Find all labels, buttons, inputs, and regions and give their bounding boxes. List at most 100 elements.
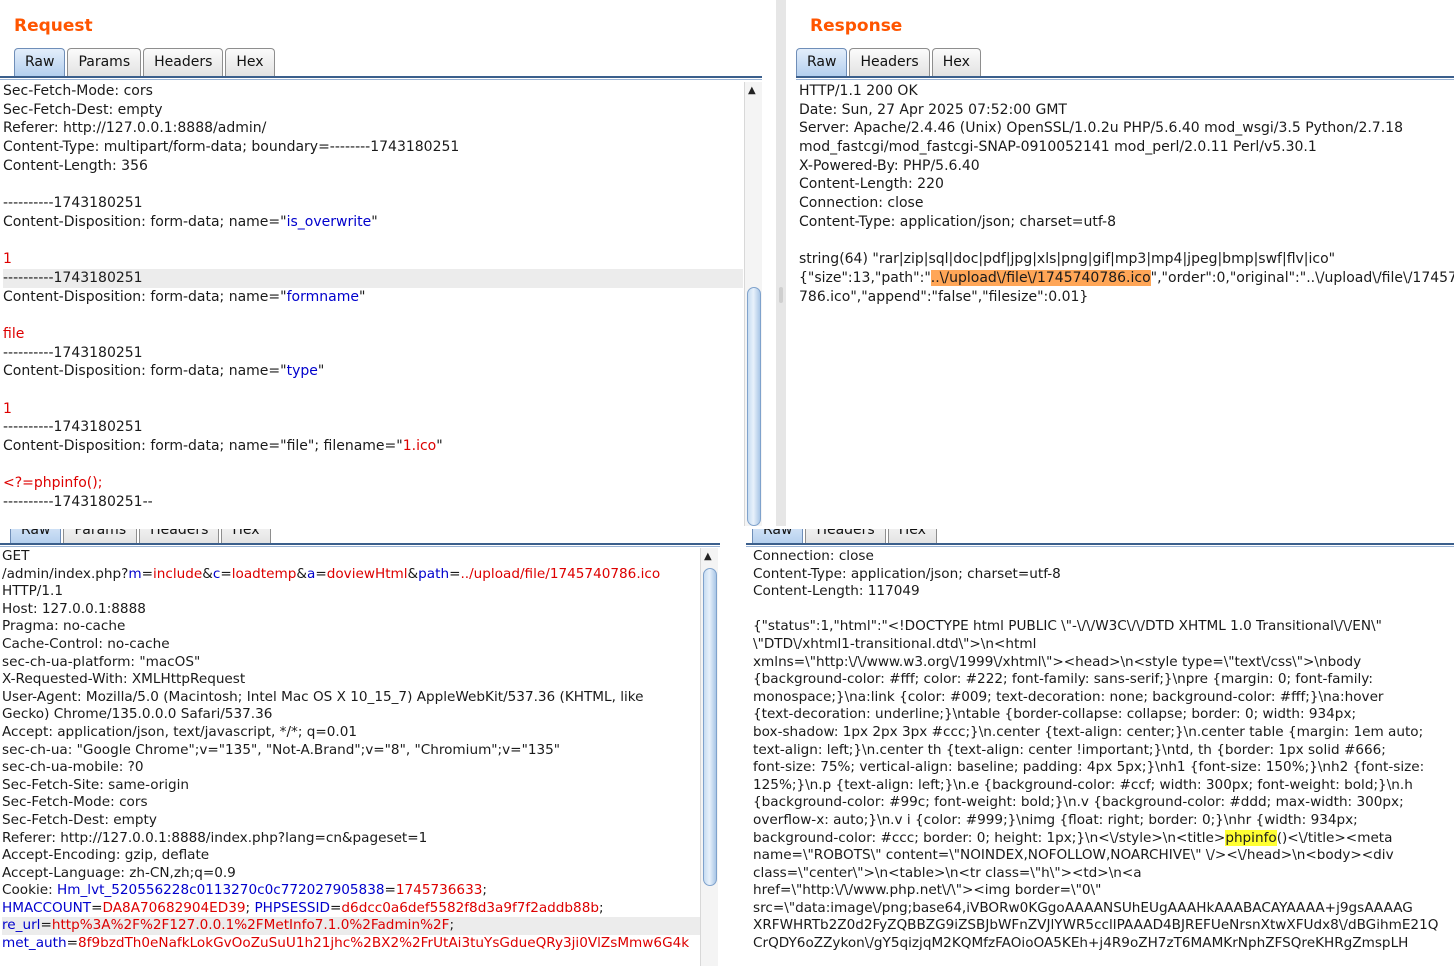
text-segment: 1745736633 <box>395 882 483 899</box>
request-panel: Request Raw Params Headers Hex Sec-Fetch… <box>0 0 776 526</box>
text-segment: Accept-Encoding: gzip, deflate <box>2 847 210 864</box>
text-line <box>753 601 1453 619</box>
text-segment: src=\"data:image\/png;base64,iVBORw0KGgo… <box>753 899 1413 916</box>
text-line: font-size: 75%; vertical-align: baseline… <box>753 759 1453 777</box>
text-line: {"status":1,"html":"<!DOCTYPE html PUBLI… <box>753 618 1453 636</box>
text-segment: = <box>40 917 52 934</box>
response2-tabs: Raw Headers Hex <box>752 529 939 544</box>
text-line: \"DTD\/xhtml1-transitional.dtd\">\n<html <box>753 636 1453 654</box>
text-segment: = <box>330 899 342 916</box>
bottom-vertical-splitter[interactable] <box>726 529 746 966</box>
request-tab-hex[interactable]: Hex <box>225 48 275 76</box>
text-segment: Sec-Fetch-Site: same-origin <box>2 776 190 793</box>
text-segment: = <box>66 935 79 952</box>
text-segment: HTTP/1.1 <box>2 583 63 600</box>
response2-tab-raw[interactable]: Raw <box>752 529 804 544</box>
text-segment: {"size":13,"path":" <box>799 269 931 286</box>
text-line: 125%;}\n.p {text-align: left;}\n.e {back… <box>753 777 1453 795</box>
text-segment: <?=phpinfo(); <box>3 475 103 492</box>
text-segment: ----------1743180251 <box>3 195 143 212</box>
text-segment: m <box>128 565 142 582</box>
text-line: Content-Disposition: form-data; name="fo… <box>3 288 743 307</box>
text-line: User-Agent: Mozilla/5.0 (Macintosh; Inte… <box>2 689 700 707</box>
request-raw-editor[interactable]: Sec-Fetch-Mode: cors Sec-Fetch-Dest: empt… <box>3 82 743 512</box>
text-segment: HMACCOUNT <box>2 899 92 916</box>
request-scroll-thumb[interactable] <box>747 287 761 526</box>
request-tab-params[interactable]: Params <box>67 48 142 76</box>
text-line: mod_fastcgi/mod_fastcgi-SNAP-0910052141 … <box>799 138 1454 157</box>
text-line: Accept-Language: zh-CN,zh;q=0.9 <box>2 865 700 883</box>
response-tab-raw[interactable]: Raw <box>796 48 848 76</box>
text-line <box>3 175 743 194</box>
text-segment: X-Powered-By: PHP/5.6.40 <box>799 157 980 174</box>
text-line: {text-decoration: underline;}\ntable {bo… <box>753 706 1453 724</box>
text-line: ----------1743180251 <box>3 268 743 288</box>
text-line: Accept-Encoding: gzip, deflate <box>2 847 700 865</box>
request2-tab-headers[interactable]: Headers <box>139 529 220 544</box>
text-segment: = <box>141 565 153 582</box>
text-line: sec-ch-ua: "Google Chrome";v="135", "Not… <box>2 742 700 760</box>
request2-raw-editor[interactable]: GET/admin/index.php?m=include&c=loadtemp… <box>2 548 700 953</box>
text-segment: = <box>220 565 232 582</box>
text-segment: & <box>296 565 307 582</box>
text-line: Content-Type: multipart/form-data; bound… <box>3 138 743 157</box>
text-line: Accept: application/json, text/javascrip… <box>2 724 700 742</box>
response-tab-headers[interactable]: Headers <box>849 48 930 76</box>
text-segment: = <box>91 899 103 916</box>
text-segment: " <box>436 438 443 455</box>
vertical-splitter[interactable] <box>776 0 786 526</box>
text-line <box>3 456 743 475</box>
text-line: Host: 127.0.0.1:8888 <box>2 601 700 619</box>
text-segment: name=\"ROBOTS\" content=\"NOINDEX,NOFOLL… <box>753 847 1394 864</box>
text-segment: 1 <box>3 251 12 268</box>
text-segment: ----------1743180251 <box>3 344 143 361</box>
request2-tab-params[interactable]: Params <box>63 529 138 544</box>
text-segment: Connection: close <box>753 548 874 564</box>
text-segment: formname <box>286 288 359 305</box>
response-tab-hex[interactable]: Hex <box>931 48 981 76</box>
text-segment: 125%;}\n.p {text-align: left;}\n.e {back… <box>753 776 1413 793</box>
text-segment: phpinfo <box>1225 829 1277 846</box>
text-segment: \"DTD\/xhtml1-transitional.dtd\">\n<html <box>753 635 1037 652</box>
text-segment: Accept-Language: zh-CN,zh;q=0.9 <box>2 864 236 881</box>
request-tab-headers[interactable]: Headers <box>143 48 224 76</box>
text-segment: loadtemp <box>231 565 297 582</box>
response2-tab-hex[interactable]: Hex <box>887 529 937 544</box>
text-segment: Server: Apache/2.4.46 (Unix) OpenSSL/1.0… <box>799 120 1403 137</box>
text-line: Content-Disposition: form-data; name="ty… <box>3 362 743 381</box>
request-tab-raw[interactable]: Raw <box>14 48 66 76</box>
text-segment: & <box>202 565 213 582</box>
request2-tab-hex[interactable]: Hex <box>221 529 271 544</box>
scroll-up-arrow-icon[interactable]: ▲ <box>748 85 756 96</box>
response2-tab-headers[interactable]: Headers <box>805 529 886 544</box>
text-segment: ----------1743180251 <box>3 269 143 286</box>
text-line: sec-ch-ua-mobile: ?0 <box>2 759 700 777</box>
text-segment: " <box>371 213 378 230</box>
text-segment: ; <box>482 882 487 899</box>
text-line: sec-ch-ua-platform: "macOS" <box>2 654 700 672</box>
text-line: GET <box>2 548 700 566</box>
text-line: X-Powered-By: PHP/5.6.40 <box>799 157 1454 176</box>
text-segment: Content-Type: application/json; charset=… <box>753 565 1061 582</box>
text-line: HTTP/1.1 <box>2 583 700 601</box>
text-line: Sec-Fetch-Mode: cors <box>2 794 700 812</box>
text-segment: d6dcc0a6def5582f8d3a9f7f2addb88b <box>341 899 599 916</box>
response-raw-viewer[interactable]: HTTP/1.1 200 OK Date: Sun, 27 Apr 2025 07… <box>799 82 1454 306</box>
request2-tab-raw[interactable]: Raw <box>10 529 62 544</box>
response2-panel: Raw Headers Hex Connection: close Content… <box>746 529 1454 966</box>
scroll-up-arrow-icon[interactable]: ▲ <box>704 551 712 562</box>
text-line: Referer: http://127.0.0.1:8888/index.php… <box>2 830 700 848</box>
text-segment: overflow-x: auto;}\n.v i {color: #999;}\… <box>753 811 1358 828</box>
response-tabs: Raw Headers Hex <box>796 47 983 76</box>
response2-raw-viewer[interactable]: Connection: close Content-Type: applicati… <box>753 548 1453 953</box>
text-line: CrQDY6oZZykon\/gY5qizjqM2KQMfzFAOioOA5KE… <box>753 935 1453 953</box>
text-line: HMACCOUNT=DA8A70682904ED39; PHPSESSID=d6… <box>2 900 700 918</box>
text-line: class=\"center\">\n<table>\n<tr class=\"… <box>753 865 1453 883</box>
request2-scroll-thumb[interactable] <box>703 568 717 886</box>
text-segment: Referer: http://127.0.0.1:8888/index.php… <box>2 829 428 846</box>
request2-scrollbar[interactable]: ▲ <box>700 548 718 966</box>
response-panel: Response Raw Headers Hex HTTP/1.1 200 OK… <box>786 0 1454 526</box>
text-segment: Content-Length: 117049 <box>753 583 920 600</box>
request-scrollbar[interactable]: ▲ <box>744 82 762 526</box>
response-tab-rule <box>796 76 1454 78</box>
